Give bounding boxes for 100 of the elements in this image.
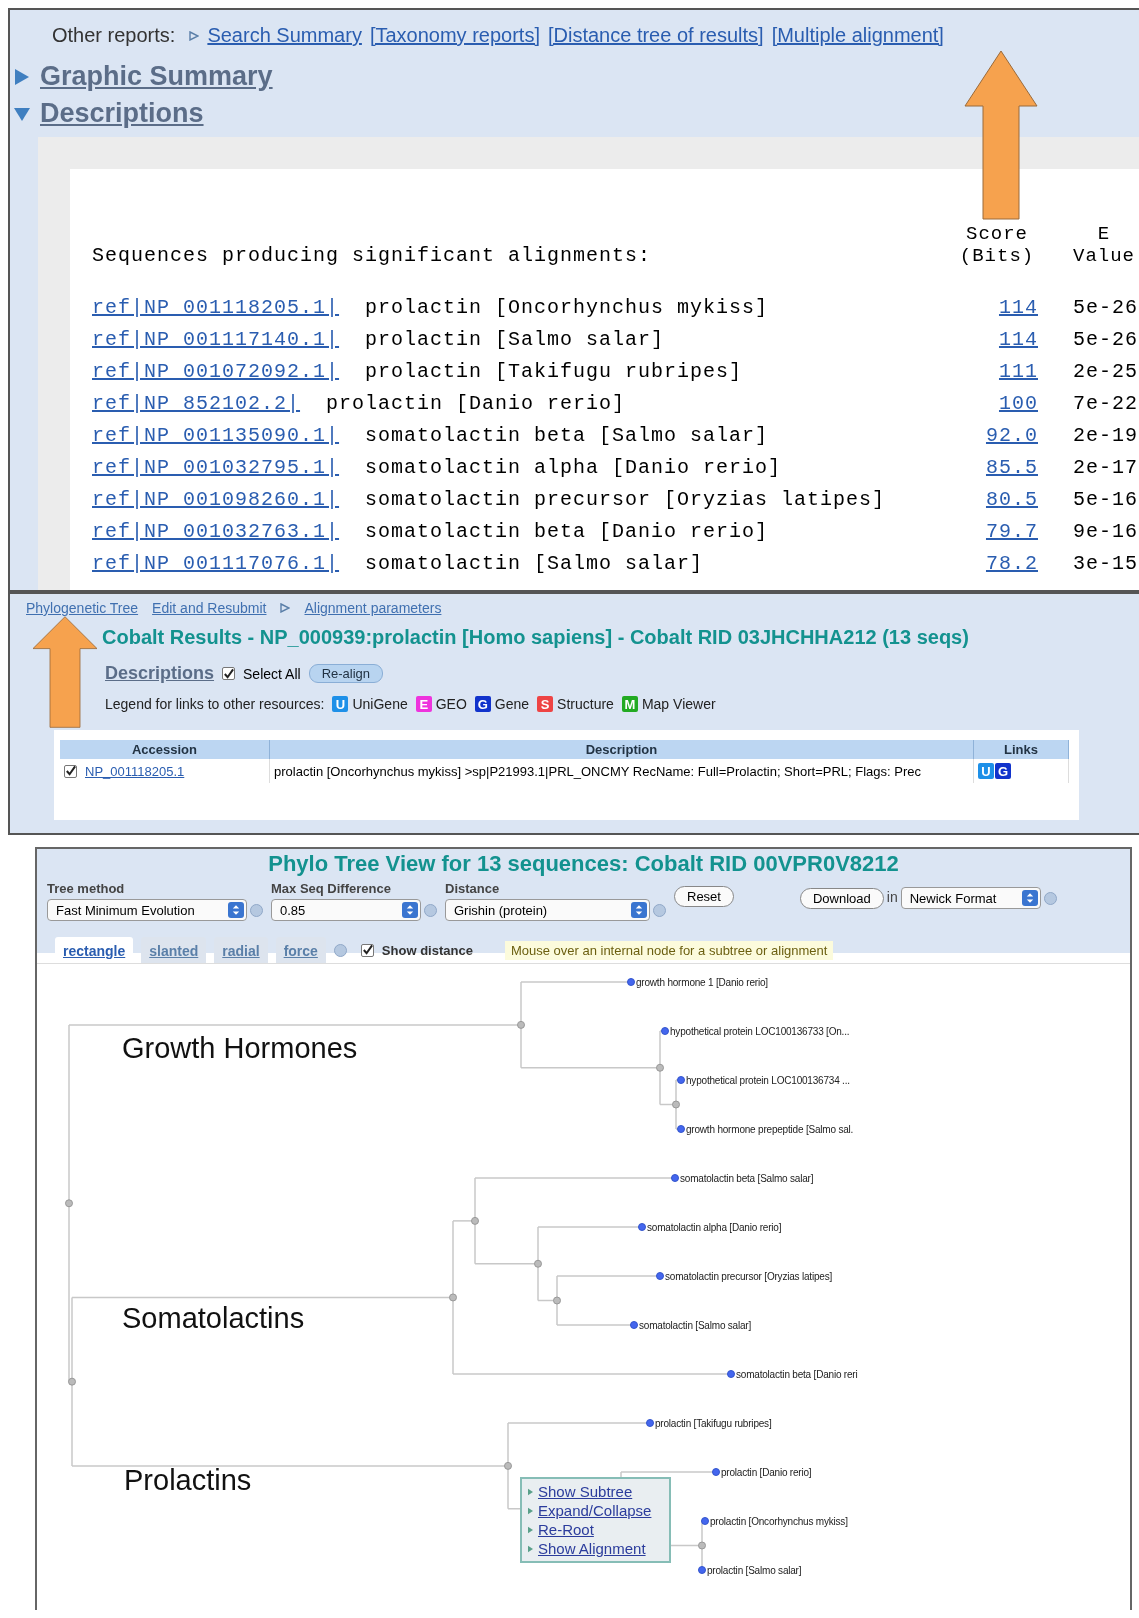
leaf-node-icon[interactable]: [627, 978, 635, 986]
score-link[interactable]: 100: [956, 391, 1038, 415]
leaf-node-icon[interactable]: [646, 1419, 654, 1427]
menu-item[interactable]: Re-Root: [538, 1521, 594, 1538]
score-link[interactable]: 79.7: [956, 519, 1038, 543]
nav-link[interactable]: Alignment parameters: [304, 600, 442, 616]
leaf-node-icon[interactable]: [661, 1027, 669, 1035]
view-tab[interactable]: radial: [214, 937, 268, 963]
realign-button[interactable]: Re-align: [308, 664, 384, 683]
leaf-node-icon[interactable]: [638, 1223, 646, 1231]
dropdown[interactable]: 0.85: [271, 899, 421, 921]
leaf-label[interactable]: somatolactin beta [Salmo salar]: [680, 1172, 814, 1184]
nav-link[interactable]: Phylogenetic Tree: [26, 600, 139, 616]
leaf-label[interactable]: prolactin [Salmo salar]: [707, 1564, 802, 1576]
view-tab[interactable]: slanted: [141, 937, 207, 963]
leaf-label[interactable]: prolactin [Takifugu rubripes]: [655, 1417, 772, 1429]
leaf-node-icon[interactable]: [630, 1321, 638, 1329]
resource-badge[interactable]: G: [995, 763, 1011, 779]
accession-link[interactable]: ref|NP 001032795.1|: [92, 455, 340, 479]
accession-link[interactable]: ref|NP 001135090.1|: [92, 423, 340, 447]
nav-link[interactable]: Edit and Resubmit: [152, 600, 267, 616]
leaf-label[interactable]: growth hormone prepeptide [Salmo sal.: [686, 1123, 854, 1135]
score-link[interactable]: 80.5: [956, 487, 1038, 511]
internal-node-icon[interactable]: [471, 1216, 479, 1225]
menu-item[interactable]: Show Alignment: [538, 1540, 646, 1557]
description-text: somatolactin [Salmo salar]: [365, 551, 704, 575]
help-icon[interactable]: [424, 903, 437, 917]
internal-node-icon[interactable]: [656, 1063, 664, 1072]
leaf-label[interactable]: somatolactin alpha [Danio rerio]: [647, 1221, 782, 1233]
download-button[interactable]: Download: [799, 887, 884, 909]
score-link[interactable]: 111: [956, 359, 1038, 383]
report-link[interactable]: [Distance tree of results]: [547, 24, 764, 47]
internal-node-icon[interactable]: [65, 1199, 73, 1208]
accession-link[interactable]: ref|NP 001117076.1|: [92, 551, 340, 575]
leaf-node-icon[interactable]: [677, 1125, 685, 1133]
column-header: Links: [974, 740, 1069, 759]
leaf-label[interactable]: prolactin [Danio rerio]: [721, 1466, 812, 1478]
dropdown[interactable]: Fast Minimum Evolution: [47, 899, 247, 921]
dropdown[interactable]: Grishin (protein): [445, 899, 650, 921]
leaf-label[interactable]: somatolactin precursor [Oryzias latipes]: [665, 1270, 833, 1282]
leaf-label[interactable]: somatolactin [Salmo salar]: [639, 1319, 752, 1331]
leaf-node-icon[interactable]: [698, 1566, 706, 1574]
legend-label: Legend for links to other resources:: [105, 696, 325, 712]
checkbox[interactable]: [64, 764, 77, 778]
accession-link[interactable]: ref|NP 001072092.1|: [92, 359, 340, 383]
dropdown[interactable]: Newick Format: [900, 887, 1041, 909]
internal-node-icon[interactable]: [534, 1259, 542, 1268]
resource-badge[interactable]: U: [978, 763, 994, 779]
score-link[interactable]: 114: [956, 295, 1038, 319]
help-icon[interactable]: [250, 903, 263, 917]
leaf-node-icon[interactable]: [701, 1517, 709, 1525]
score-link[interactable]: 114: [956, 327, 1038, 351]
expand-triangle-icon[interactable]: [14, 68, 30, 85]
internal-node-icon[interactable]: [672, 1100, 680, 1109]
internal-node-icon[interactable]: [698, 1541, 706, 1550]
accession-link[interactable]: ref|NP 001118205.1|: [92, 295, 340, 319]
collapse-triangle-icon[interactable]: [14, 105, 30, 122]
leaf-label[interactable]: somatolactin beta [Danio reri: [736, 1368, 858, 1380]
leaf-node-icon[interactable]: [671, 1174, 679, 1182]
reset-button[interactable]: Reset: [674, 886, 734, 907]
leaf-label[interactable]: hypothetical protein LOC100136733 [On...: [670, 1025, 850, 1037]
leaf-label[interactable]: hypothetical protein LOC100136734 ...: [686, 1074, 850, 1086]
score-link[interactable]: 85.5: [956, 455, 1038, 479]
column-header: Score (Bits): [958, 223, 1036, 267]
leaf-node-icon[interactable]: [656, 1272, 664, 1280]
menu-item[interactable]: Expand/Collapse: [538, 1502, 652, 1519]
internal-node-icon[interactable]: [68, 1377, 76, 1386]
accession-link[interactable]: NP_001118205.1: [85, 763, 185, 779]
leaf-node-icon[interactable]: [727, 1370, 735, 1378]
stepper-icon: [228, 902, 244, 918]
internal-node-icon[interactable]: [553, 1296, 561, 1305]
checkbox[interactable]: [360, 943, 374, 957]
report-link[interactable]: [Taxonomy reports]: [369, 24, 540, 47]
internal-node-icon[interactable]: [449, 1293, 457, 1302]
internal-node-icon[interactable]: [504, 1461, 512, 1470]
score-link[interactable]: 92.0: [956, 423, 1038, 447]
help-icon[interactable]: [333, 943, 347, 957]
leaf-node-icon[interactable]: [677, 1076, 685, 1084]
help-icon[interactable]: [653, 903, 666, 917]
description-text: prolactin [Takifugu rubripes]: [365, 359, 743, 383]
section-title[interactable]: Descriptions: [40, 98, 204, 129]
accession-link[interactable]: ref|NP 001032763.1|: [92, 519, 340, 543]
report-link[interactable]: Search Summary: [207, 24, 362, 47]
report-link[interactable]: [Multiple alignment]: [771, 24, 944, 47]
accession-link[interactable]: ref|NP 001117140.1|: [92, 327, 340, 351]
section-title[interactable]: Descriptions: [105, 663, 215, 684]
score-link[interactable]: 78.2: [956, 551, 1038, 575]
checkbox[interactable]: [222, 667, 236, 680]
view-tab[interactable]: force: [275, 937, 326, 963]
leaf-node-icon[interactable]: [712, 1468, 720, 1476]
accession-link[interactable]: ref|NP 852102.2|: [92, 391, 301, 415]
leaf-label[interactable]: prolactin [Oncorhynchus mykiss]: [710, 1515, 848, 1527]
leaf-label[interactable]: growth hormone 1 [Danio rerio]: [636, 976, 768, 988]
resource-badge: E: [415, 696, 432, 712]
internal-node-icon[interactable]: [517, 1020, 525, 1029]
menu-item[interactable]: Show Subtree: [538, 1483, 633, 1500]
accession-link[interactable]: ref|NP 001098260.1|: [92, 487, 340, 511]
help-icon[interactable]: [1043, 891, 1057, 905]
resource-badge: M: [621, 696, 638, 712]
section-title[interactable]: Graphic Summary: [40, 61, 273, 92]
